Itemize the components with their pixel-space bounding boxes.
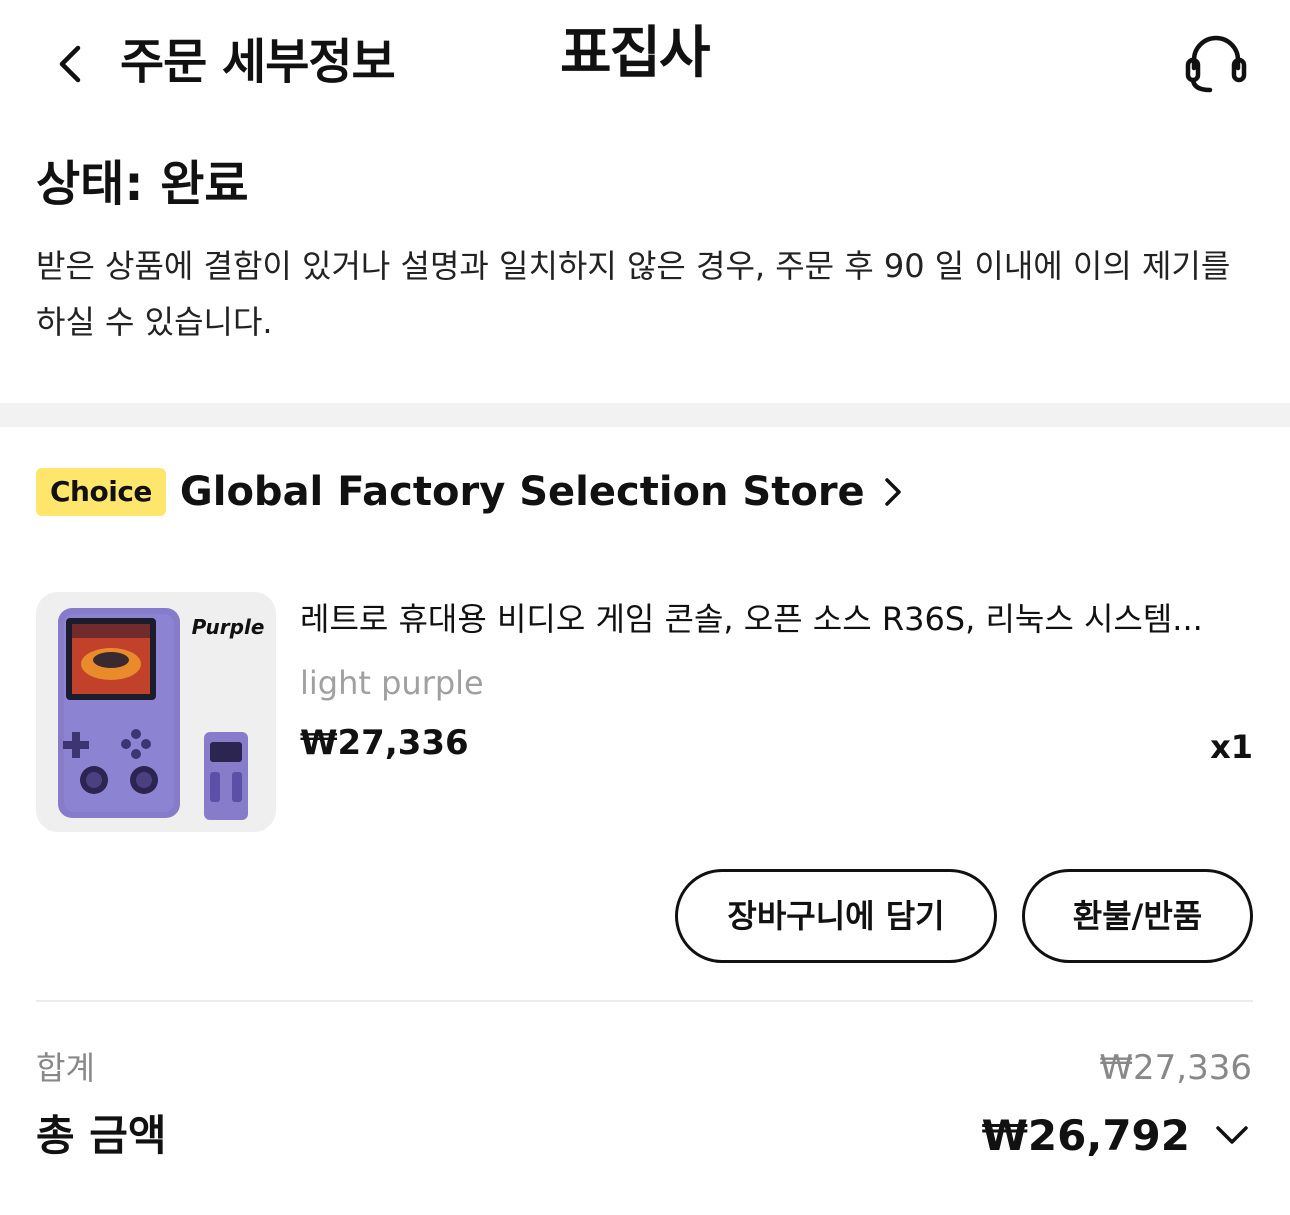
customer-support-button[interactable] <box>1180 34 1252 96</box>
chevron-down-icon <box>1216 1126 1248 1144</box>
order-status-title: 상태: 완료 <box>36 156 249 212</box>
expand-total-button[interactable] <box>1214 1122 1250 1150</box>
headset-icon <box>1185 35 1247 93</box>
chevron-left-icon <box>59 45 81 83</box>
section-divider <box>0 403 1290 427</box>
subtotal-label: 합계 <box>36 1049 95 1087</box>
subtotal-value: ₩27,336 <box>1099 1048 1252 1088</box>
product-variant: light purple <box>300 664 484 702</box>
handheld-console-image: Purple <box>36 592 276 832</box>
back-button[interactable] <box>50 44 90 84</box>
chevron-right-icon <box>884 478 901 506</box>
divider <box>36 1000 1253 1002</box>
product-image[interactable]: Purple <box>36 592 276 832</box>
page-title: 주문 세부정보 <box>120 34 396 90</box>
total-value[interactable]: ₩26,792 <box>960 1108 1190 1164</box>
refund-return-button[interactable]: 환불/반품 <box>1022 869 1253 963</box>
total-label: 총 금액 <box>36 1111 167 1160</box>
product-quantity: x1 <box>1210 728 1253 766</box>
brand-logo: 표집사 <box>560 21 711 86</box>
add-to-cart-button[interactable]: 장바구니에 담기 <box>675 869 997 963</box>
choice-badge: Choice <box>36 468 166 516</box>
product-title[interactable]: 레트로 휴대용 비디오 게임 콘솔, 오픈 소스 R36S, 리눅스 시스템..… <box>300 594 1250 644</box>
store-link[interactable]: Choice Global Factory Selection Store <box>36 464 905 520</box>
product-price: ₩27,336 <box>300 723 469 763</box>
dispute-notice: 받은 상품에 결함이 있거나 설명과 일치하지 않은 경우, 주문 후 90 일… <box>36 247 1231 341</box>
product-image-label: Purple <box>192 615 265 639</box>
store-name: Global Factory Selection Store <box>179 469 865 515</box>
